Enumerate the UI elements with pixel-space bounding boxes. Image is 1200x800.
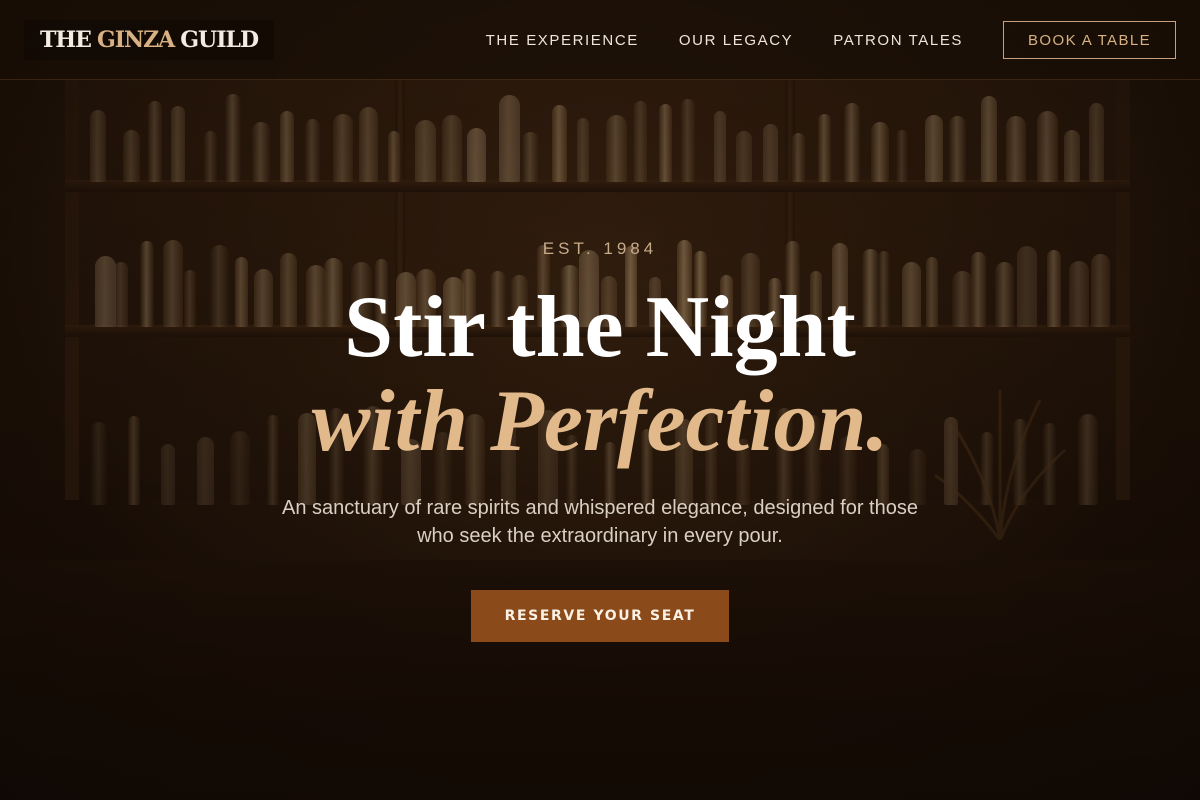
hero-title-line2: with Perfection. [311, 373, 889, 470]
hero-subtitle: An sanctuary of rare spirits and whisper… [282, 497, 918, 547]
hero-section: EST. 1984 Stir the Night with Perfection… [0, 0, 1200, 800]
established-eyebrow: EST. 1984 [542, 239, 658, 258]
hero-title-line1: Stir the Night [344, 279, 856, 376]
reserve-seat-button[interactable]: RESERVE YOUR SEAT [471, 590, 729, 642]
